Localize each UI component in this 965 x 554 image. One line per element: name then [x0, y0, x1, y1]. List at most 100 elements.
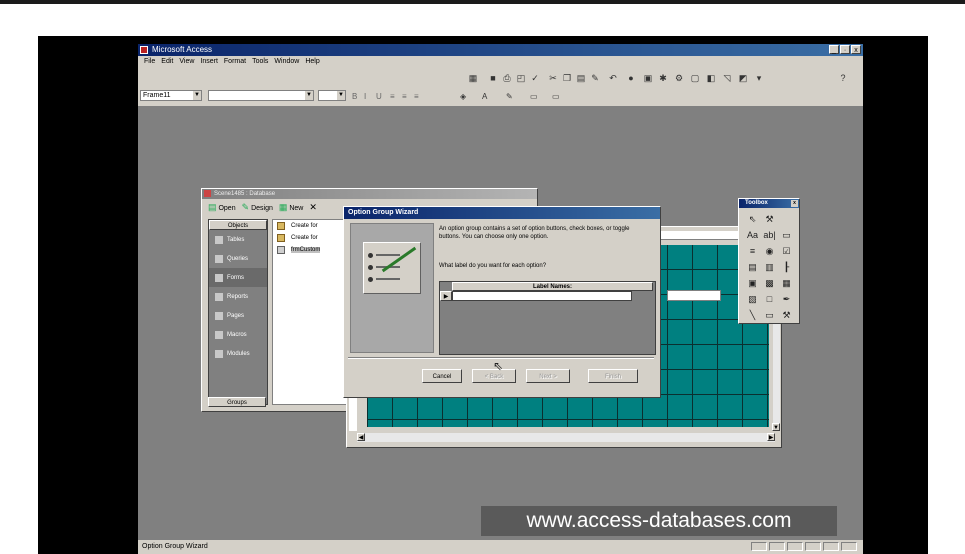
text-box-tool-icon[interactable]: ab| [762, 228, 777, 242]
cancel-button[interactable]: Cancel [422, 369, 462, 383]
scroll-down-icon[interactable]: ▼ [772, 423, 780, 431]
paste-icon[interactable]: ▤ [576, 73, 586, 83]
object-forms-label: Forms [227, 274, 244, 281]
line-color-icon[interactable]: ✎ [506, 92, 513, 101]
menu-window[interactable]: Window [274, 56, 299, 68]
undo-icon[interactable]: ↶ [608, 73, 618, 83]
menu-edit[interactable]: Edit [161, 56, 173, 68]
print-preview-icon[interactable]: ◰ [516, 73, 526, 83]
menu-help[interactable]: Help [305, 56, 319, 68]
list-item-label: Create for [291, 235, 318, 241]
menu-format[interactable]: Format [224, 56, 246, 68]
check-box-tool-icon[interactable]: ☑ [779, 244, 794, 258]
new-object-icon[interactable]: ◹ [722, 73, 732, 83]
help-icon[interactable]: ? [838, 73, 848, 83]
align-right-icon[interactable]: ≡ [414, 92, 419, 101]
align-center-icon[interactable]: ≡ [402, 92, 407, 101]
website-watermark: www.access-databases.com [481, 506, 837, 536]
scroll-left-icon[interactable]: ◀ [357, 433, 365, 441]
menu-view[interactable]: View [179, 56, 194, 68]
format-painter-icon[interactable]: ✎ [590, 73, 600, 83]
spelling-icon[interactable]: ✓ [530, 73, 540, 83]
toggle-button-tool-icon[interactable]: ≡ [745, 244, 760, 258]
horizontal-scrollbar[interactable]: ◀ ▶ [357, 433, 775, 442]
font-size-combo[interactable]: ▼ [318, 90, 346, 101]
groups-button[interactable]: Groups [208, 397, 266, 407]
label-tool-icon[interactable]: Aa [745, 228, 760, 242]
delete-icon[interactable]: ✕ [309, 202, 317, 213]
form-text-box[interactable] [667, 290, 721, 301]
subform-tool-icon[interactable]: ✒ [779, 292, 794, 306]
align-left-icon[interactable]: ≡ [390, 92, 395, 101]
italic-icon[interactable]: I [364, 92, 366, 101]
object-tables[interactable]: Tables [209, 230, 267, 249]
menu-file[interactable]: File [144, 56, 155, 68]
object-pages[interactable]: Pages [209, 306, 267, 325]
page-break-tool-icon[interactable]: ▧ [745, 292, 760, 306]
top-border [0, 0, 965, 4]
fill-color-icon[interactable]: ◈ [460, 92, 466, 101]
wizard-title: Option Group Wizard [344, 207, 660, 219]
menu-tools[interactable]: Tools [252, 56, 268, 68]
image-tool-icon[interactable]: ▣ [745, 276, 760, 290]
print-icon[interactable]: ⎙ [502, 73, 512, 83]
close-button[interactable]: x [851, 45, 861, 54]
finish-button[interactable]: Finish [588, 369, 638, 383]
database-window-icon[interactable]: ◧ [706, 73, 716, 83]
scroll-right-icon[interactable]: ▶ [767, 433, 775, 441]
save-icon[interactable]: ■ [488, 73, 498, 83]
underline-icon[interactable]: U [376, 92, 382, 101]
bound-frame-tool-icon[interactable]: ▦ [779, 276, 794, 290]
objects-header[interactable]: Objects [209, 220, 267, 230]
bold-icon[interactable]: B [352, 92, 357, 101]
menu-insert[interactable]: Insert [200, 56, 218, 68]
new-button[interactable]: ▦ New [279, 202, 303, 213]
toolbox-close-icon[interactable]: x [791, 200, 798, 207]
font-color-icon[interactable]: A [482, 92, 487, 101]
command-button-tool-icon[interactable]: ┠ [779, 260, 794, 274]
tab-control-tool-icon[interactable]: □ [762, 292, 777, 306]
special-effect-icon[interactable]: ▭ [552, 92, 560, 101]
code-icon[interactable]: ⚙ [674, 73, 684, 83]
database-window-title: Scene1485 : Database [202, 189, 537, 199]
object-macros[interactable]: Macros [209, 325, 267, 344]
control-wizards-icon[interactable]: ⚒ [762, 212, 777, 226]
label-name-input[interactable] [452, 291, 632, 301]
unbound-frame-tool-icon[interactable]: ▩ [762, 276, 777, 290]
more-controls-tool-icon[interactable]: ⚒ [779, 308, 794, 322]
more-icon[interactable]: ▾ [754, 73, 764, 83]
next-button[interactable]: Next > [526, 369, 570, 383]
wizard-description: An option group contains a set of option… [439, 226, 630, 240]
object-queries[interactable]: Queries [209, 249, 267, 268]
object-modules[interactable]: Modules [209, 344, 267, 363]
line-width-icon[interactable]: ▭ [530, 92, 538, 101]
field-list-icon[interactable]: ● [626, 73, 636, 83]
object-combo[interactable]: Frame11 ▼ [140, 90, 202, 101]
properties-icon[interactable]: ▢ [690, 73, 700, 83]
select-objects-icon[interactable]: ⇖ [745, 212, 760, 226]
video-frame: Microsoft Access _ · x File Edit View In… [38, 36, 928, 554]
label-names-grid: Label Names: ▶ [439, 281, 656, 355]
object-forms[interactable]: Forms [209, 268, 267, 287]
row-selector-icon[interactable]: ▶ [440, 291, 452, 301]
font-name-combo[interactable]: ▼ [208, 90, 314, 101]
access-application: Microsoft Access _ · x File Edit View In… [138, 44, 863, 554]
copy-icon[interactable]: ❐ [562, 73, 572, 83]
list-box-tool-icon[interactable]: ▥ [762, 260, 777, 274]
restore-button[interactable]: · [840, 45, 850, 54]
app-title: Microsoft Access [152, 45, 213, 54]
view-icon[interactable]: ▦ [468, 73, 478, 83]
rectangle-tool-icon[interactable]: ▭ [762, 308, 777, 322]
combo-box-tool-icon[interactable]: ▤ [745, 260, 760, 274]
design-button[interactable]: ✎ Design [242, 202, 273, 213]
open-button[interactable]: ▤ Open [208, 202, 236, 213]
option-group-tool-icon[interactable]: ▭ [779, 228, 794, 242]
line-tool-icon[interactable]: ╲ [745, 308, 760, 322]
office-assistant-icon[interactable]: ◩ [738, 73, 748, 83]
option-button-tool-icon[interactable]: ◉ [762, 244, 777, 258]
toolbox-icon[interactable]: ▣ [643, 73, 653, 83]
cut-icon[interactable]: ✂ [548, 73, 558, 83]
minimize-button[interactable]: _ [829, 45, 839, 54]
build-icon[interactable]: ✱ [658, 73, 668, 83]
object-reports[interactable]: Reports [209, 287, 267, 306]
